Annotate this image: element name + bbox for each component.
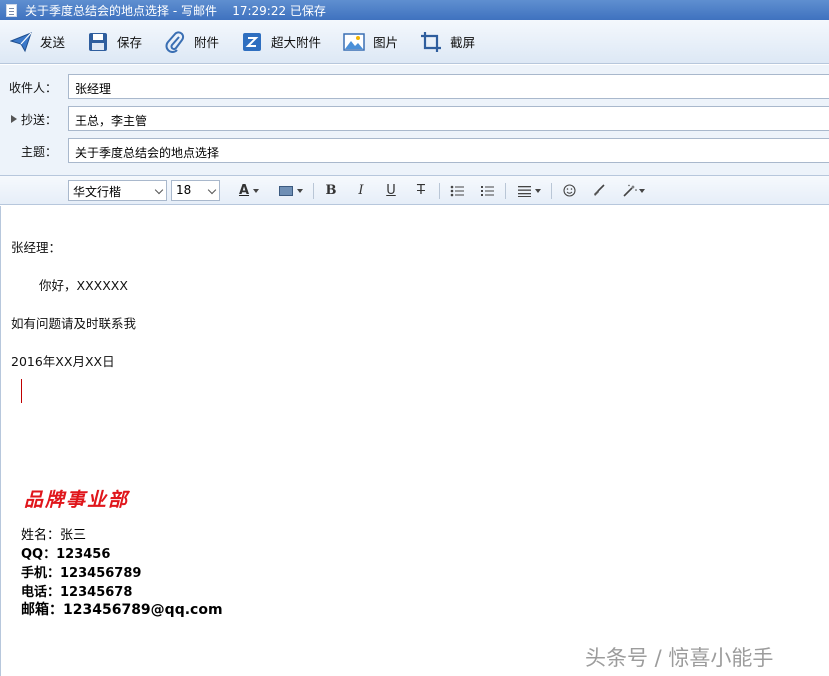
picture-icon: [343, 32, 365, 51]
document-icon: [6, 3, 17, 17]
cc-label: 抄送：: [20, 113, 57, 127]
underline-button[interactable]: U: [383, 182, 399, 199]
picture-button[interactable]: 图片: [343, 27, 398, 57]
cc-field[interactable]: 王总，李主管: [68, 106, 829, 131]
to-field[interactable]: 张经理: [68, 74, 829, 99]
font-family-value: 华文行楷: [73, 185, 122, 199]
signature-mobile-value: 123456789: [60, 566, 142, 581]
signature-name-label: 姓名：: [21, 528, 61, 543]
toolbar-divider: [551, 183, 552, 199]
signature-email: 邮箱：123456789@qq.com: [21, 599, 223, 619]
signature-qq-value: 123456: [56, 547, 111, 562]
signature-mobile: 手机：123456789: [21, 562, 141, 581]
text-cursor: [21, 379, 22, 403]
font-color-button[interactable]: A: [233, 182, 265, 199]
emoji-button[interactable]: [561, 182, 577, 199]
signature-name: 姓名：张三: [21, 524, 86, 543]
chevron-down-icon: [207, 185, 217, 195]
toolbar-divider: [439, 183, 440, 199]
toolbar-divider: [505, 183, 506, 199]
expand-triangle-icon[interactable]: [11, 115, 17, 123]
watermark-text: 头条号 / 惊喜小能手: [585, 646, 774, 670]
save-button[interactable]: 保存: [87, 27, 142, 57]
send-label: 发送: [40, 35, 66, 50]
highlight-color-button[interactable]: [274, 182, 308, 199]
magic-wand-button[interactable]: [622, 182, 646, 199]
body-line-2: 如有问题请及时联系我: [11, 316, 137, 331]
screenshot-label: 截屏: [450, 35, 476, 50]
large-attach-button[interactable]: 超大附件: [241, 27, 321, 57]
save-icon: [89, 32, 108, 51]
brush-icon: [593, 184, 605, 196]
cc-row: 抄送： 王总，李主管: [0, 106, 829, 132]
numbered-list-icon: [481, 185, 494, 196]
picture-label: 图片: [373, 35, 399, 50]
signature-phone: 电话：12345678: [21, 581, 132, 600]
screenshot-button[interactable]: 截屏: [420, 27, 475, 57]
crop-icon: [421, 31, 442, 52]
body-line-1: 你好，XXXXXX: [39, 278, 128, 293]
signature-phone-value: 12345678: [60, 585, 133, 600]
strikethrough-button[interactable]: T: [413, 182, 429, 199]
font-family-select[interactable]: 华文行楷: [68, 180, 167, 201]
date-line: 2016年XX月XX日: [11, 354, 115, 369]
bold-button[interactable]: B: [323, 182, 339, 199]
window-titlebar: 关于季度总结会的地点选择 - 写邮件 17:29:22 已保存: [0, 0, 829, 20]
align-icon: [517, 185, 531, 197]
attach-button[interactable]: 附件: [164, 27, 219, 57]
signature-name-value: 张三: [60, 528, 87, 543]
signature-mobile-label: 手机：: [21, 566, 61, 581]
italic-button[interactable]: I: [353, 182, 369, 199]
chevron-down-icon: [154, 185, 164, 195]
signature-qq-label: QQ：: [21, 547, 57, 562]
caret-down-icon: [297, 188, 303, 193]
signature-qq: QQ：123456: [21, 543, 110, 562]
save-label: 保存: [117, 35, 143, 50]
window-title: 关于季度总结会的地点选择 - 写邮件 17:29:22 已保存: [25, 3, 326, 18]
greeting-line: 张经理：: [11, 240, 62, 255]
numbered-list-button[interactable]: [479, 182, 495, 199]
subject-row: 主题： 关于季度总结会的地点选择: [0, 138, 829, 164]
magic-wand-icon: [623, 184, 637, 197]
caret-down-icon: [639, 188, 645, 193]
font-color-icon: A: [238, 183, 250, 198]
paperclip-icon: [165, 30, 185, 53]
subject-field[interactable]: 关于季度总结会的地点选择: [68, 138, 829, 163]
bullet-list-icon: [450, 185, 464, 196]
mail-header-fields: 收件人： 张经理 抄送： 王总，李主管 主题： 关于季度总结会的地点选择: [0, 65, 829, 175]
to-row: 收件人： 张经理: [0, 74, 829, 100]
subject-label: 主题：: [20, 145, 57, 159]
toolbar-divider: [313, 183, 314, 199]
font-size-select[interactable]: 18: [171, 180, 220, 201]
send-icon: [10, 31, 32, 52]
large-attachment-icon: [243, 32, 262, 51]
to-label: 收件人：: [8, 81, 57, 95]
caret-down-icon: [253, 188, 260, 193]
large-attach-label: 超大附件: [271, 35, 322, 50]
format-painter-button[interactable]: [590, 182, 606, 199]
format-toolbar: 华文行楷 18 A B I U T: [0, 175, 829, 205]
message-editor[interactable]: 张经理： 你好，XXXXXX 如有问题请及时联系我 2016年XX月XX日 品牌…: [0, 206, 829, 676]
send-button[interactable]: 发送: [10, 27, 65, 57]
smiley-icon: [562, 184, 576, 197]
signature-email-label: 邮箱：: [21, 602, 63, 618]
bullet-list-button[interactable]: [449, 182, 465, 199]
signature-phone-label: 电话：: [21, 585, 61, 600]
signature-brand: 品牌事业部: [24, 489, 130, 511]
align-button[interactable]: [516, 182, 542, 199]
compose-toolbar: 发送 保存 附件 超大附件 图片 截屏: [0, 20, 829, 64]
caret-down-icon: [534, 188, 541, 193]
attach-label: 附件: [194, 35, 220, 50]
font-size-value: 18: [176, 183, 192, 197]
signature-email-value: 123456789@qq.com: [63, 602, 223, 618]
highlight-icon: [279, 185, 293, 196]
